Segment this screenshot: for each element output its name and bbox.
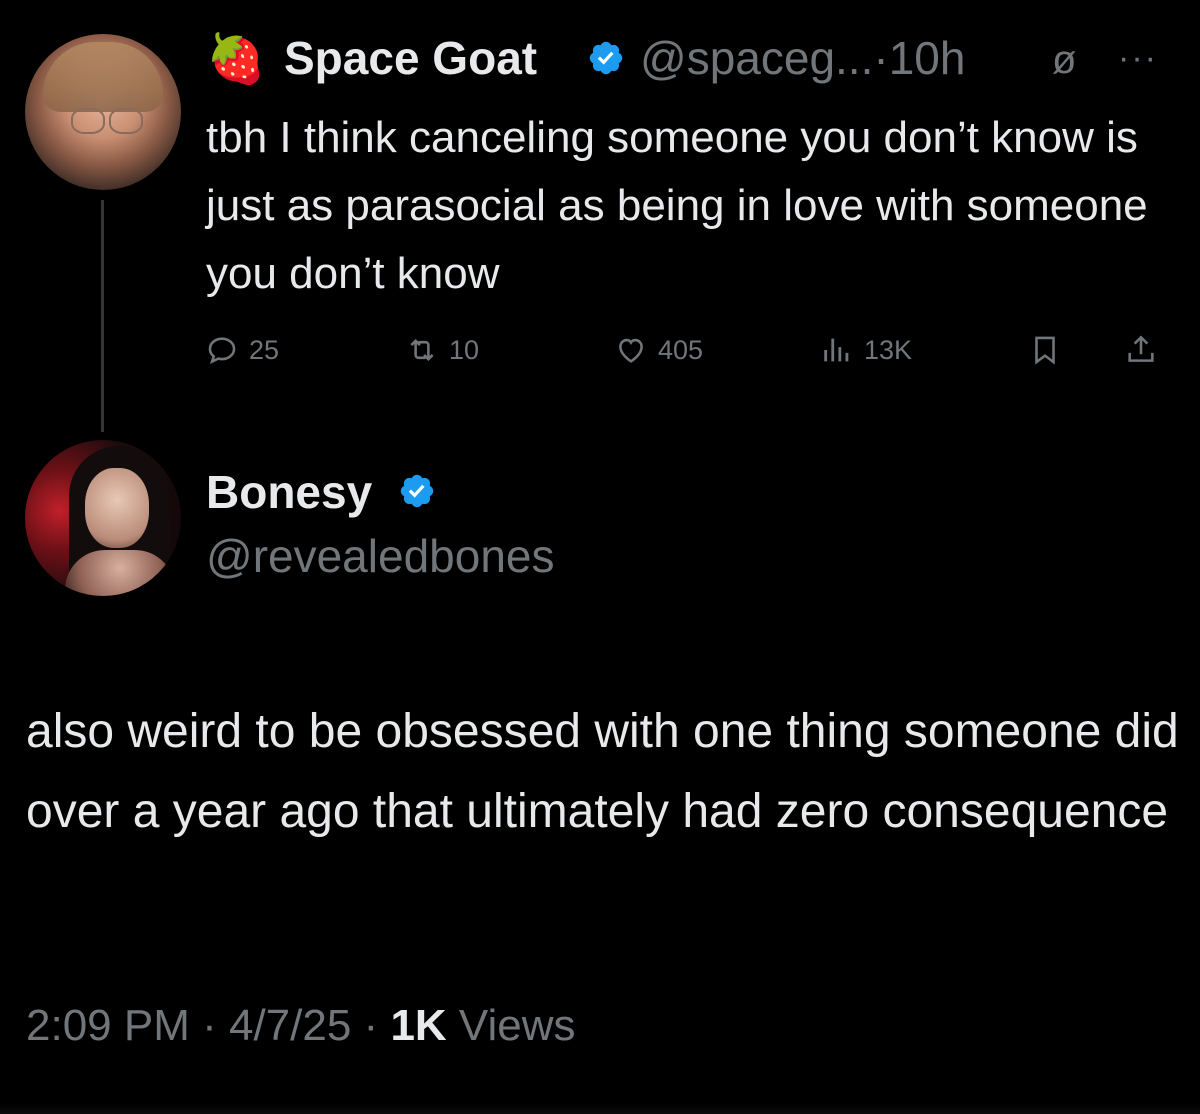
post-date[interactable]: 4/7/25 bbox=[229, 1001, 351, 1050]
verified-badge-icon bbox=[400, 474, 434, 508]
reply-icon bbox=[208, 337, 236, 365]
tweet-text: tbh I think canceling someone you don’t … bbox=[206, 113, 1148, 298]
views-label: Views bbox=[446, 1001, 576, 1050]
author-name[interactable]: Space Goat bbox=[284, 30, 537, 86]
avatar-hair bbox=[43, 42, 163, 112]
separator: · bbox=[351, 1001, 391, 1050]
author-handle-time[interactable]: @spaceg...·10h bbox=[640, 30, 965, 86]
repost-button[interactable]: 10 bbox=[405, 330, 479, 370]
avatar-glasses-right bbox=[109, 108, 143, 134]
thread-line bbox=[101, 200, 104, 432]
analytics-icon bbox=[824, 338, 849, 362]
repost-count: 10 bbox=[449, 334, 480, 365]
verified-badge-icon bbox=[589, 41, 623, 75]
tweet-text: also weird to be obsessed with one thing… bbox=[26, 705, 1179, 838]
author-name[interactable]: Bonesy bbox=[206, 466, 372, 518]
author-handle[interactable]: @spaceg... bbox=[640, 32, 873, 84]
avatar-space-goat[interactable] bbox=[25, 34, 181, 190]
strawberry-emoji: 🍓 bbox=[206, 33, 266, 86]
like-count: 405 bbox=[658, 334, 704, 365]
avatar-body bbox=[65, 550, 175, 596]
repost-icon bbox=[410, 338, 434, 362]
views-count: 1K bbox=[390, 1001, 447, 1050]
avatar-face bbox=[85, 468, 149, 548]
share-button[interactable] bbox=[1124, 330, 1158, 370]
more-icon[interactable]: ··· bbox=[1118, 38, 1158, 78]
views-button[interactable]: 13K bbox=[820, 330, 912, 370]
reply-button[interactable]: 25 bbox=[205, 330, 279, 370]
share-icon bbox=[1128, 335, 1154, 362]
reply-count: 25 bbox=[249, 334, 280, 365]
bookmark-button[interactable] bbox=[1028, 330, 1062, 370]
heart-icon bbox=[619, 338, 643, 363]
post-meta: 2:09 PM · 4/7/25 · 1K Views bbox=[26, 998, 576, 1054]
post-time[interactable]: ·10h bbox=[873, 32, 965, 84]
null-set-icon[interactable]: ø bbox=[1052, 38, 1076, 82]
separator: · bbox=[189, 1001, 229, 1050]
author-handle[interactable]: @revealedbones bbox=[206, 528, 554, 584]
like-button[interactable]: 405 bbox=[614, 330, 703, 370]
post-time[interactable]: 2:09 PM bbox=[26, 1001, 190, 1050]
bookmark-icon bbox=[1035, 336, 1055, 365]
views-count: 13K bbox=[864, 334, 913, 365]
bottom-toolbar-edge bbox=[0, 1104, 1200, 1114]
avatar-glasses-left bbox=[71, 108, 105, 134]
avatar-bonesy[interactable] bbox=[25, 440, 181, 596]
